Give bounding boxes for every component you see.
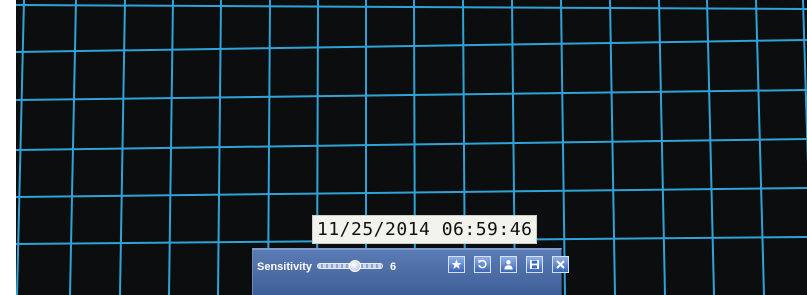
motion-detection-toolbar: Sensitivity 6 — [252, 248, 569, 295]
invert-selection-button[interactable] — [474, 256, 491, 273]
grid-line-horizontal — [16, 4, 807, 10]
grid-line-vertical — [658, 0, 666, 295]
grid-line-horizontal — [16, 39, 807, 53]
camera-view[interactable]: 11/25/2014 06:59:46 Sensitivity 6 — [16, 0, 807, 295]
sensitivity-slider[interactable] — [317, 260, 383, 272]
sensitivity-value: 6 — [390, 261, 397, 273]
grid-line-vertical — [802, 0, 807, 164]
sensitivity-label: Sensitivity — [257, 261, 313, 273]
close-button[interactable] — [552, 256, 569, 273]
grid-line-vertical — [16, 0, 25, 295]
grid-line-vertical — [706, 0, 715, 295]
save-button[interactable] — [526, 256, 543, 273]
clear-selection-button[interactable] — [500, 256, 517, 273]
grid-line-horizontal — [16, 89, 807, 101]
grid-line-vertical — [755, 0, 765, 295]
timestamp-overlay: 11/25/2014 06:59:46 — [312, 215, 538, 244]
grid-line-horizontal — [16, 187, 807, 198]
sensitivity-slider-thumb[interactable] — [349, 260, 361, 272]
grid-line-vertical — [69, 0, 77, 295]
grid-line-horizontal — [16, 138, 807, 151]
grid-line-vertical — [609, 0, 616, 295]
select-all-button[interactable] — [448, 256, 465, 273]
